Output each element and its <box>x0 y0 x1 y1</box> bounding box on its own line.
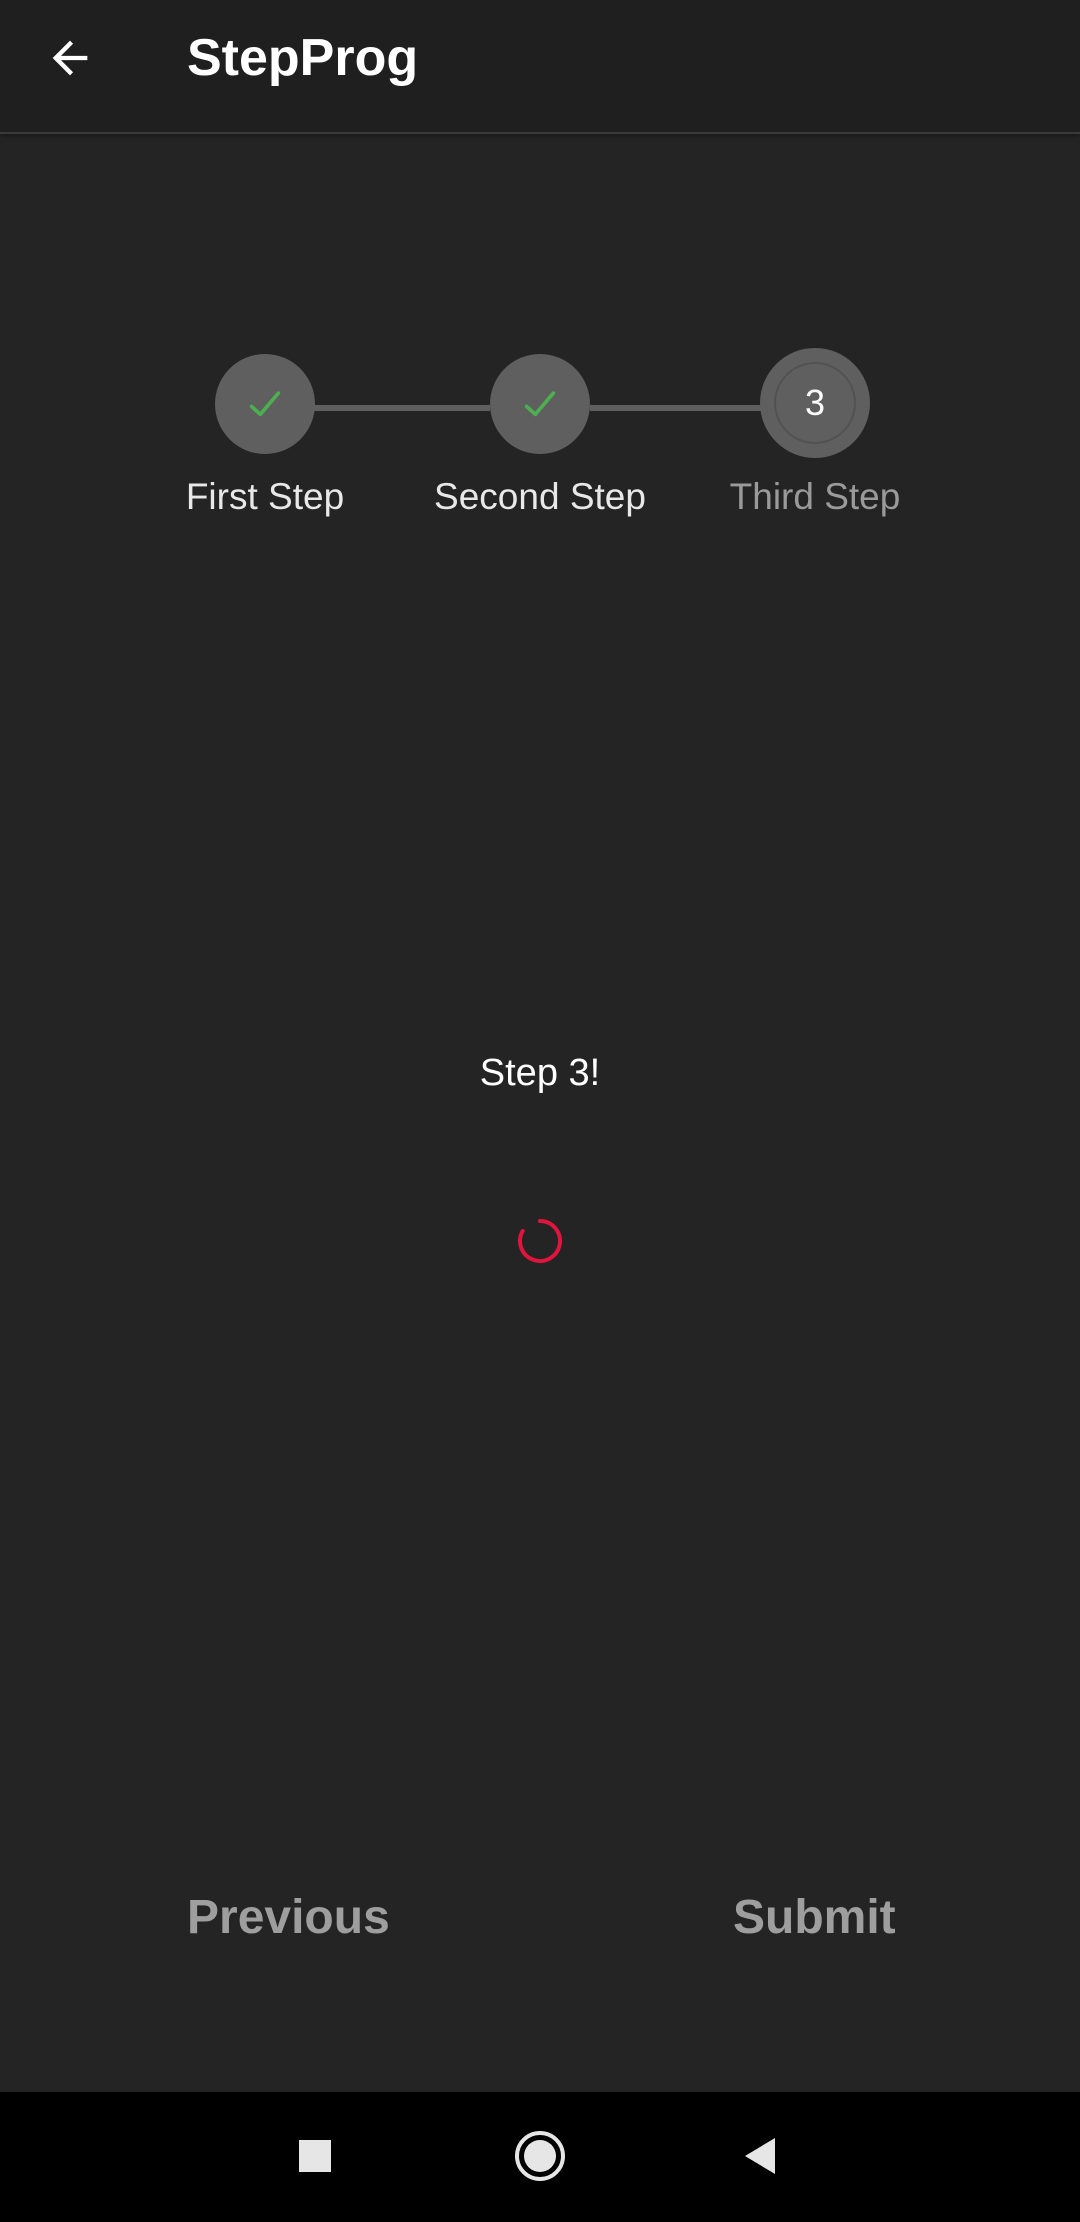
stepper: First Step Second Step 3 Third Step <box>0 340 1080 540</box>
home-button[interactable] <box>500 2116 580 2196</box>
back-button[interactable] <box>30 18 110 98</box>
app-bar: StepProg <box>0 0 1080 134</box>
step-1-indicator[interactable] <box>215 354 315 454</box>
submit-button[interactable]: Submit <box>733 1890 896 1945</box>
circle-home-icon <box>515 2131 565 2181</box>
step-connector <box>314 405 490 411</box>
step-2-label: Second Step <box>434 476 646 517</box>
step-3-indicator[interactable]: 3 <box>760 348 870 458</box>
previous-button[interactable]: Previous <box>187 1890 390 1945</box>
app-title: StepProg <box>187 29 419 87</box>
check-icon <box>249 391 281 417</box>
step-1-label: First Step <box>185 476 345 517</box>
square-recents-icon <box>299 2140 331 2172</box>
loading-spinner-icon <box>518 1219 562 1263</box>
screen: StepProg First Step Second Step 3 Third … <box>0 0 1080 2222</box>
step-2-indicator[interactable] <box>490 354 590 454</box>
arrow-back-icon <box>52 40 88 76</box>
step-content-message: Step 3! <box>479 1052 601 1094</box>
triangle-back-icon <box>745 2138 775 2174</box>
step-3-number: 3 <box>804 382 826 423</box>
step-connector <box>590 405 762 411</box>
system-back-button[interactable] <box>720 2116 800 2196</box>
step-3-label: Third Step <box>729 476 901 517</box>
check-icon <box>524 391 556 417</box>
recents-button[interactable] <box>275 2116 355 2196</box>
system-nav-bar <box>0 2092 1080 2222</box>
